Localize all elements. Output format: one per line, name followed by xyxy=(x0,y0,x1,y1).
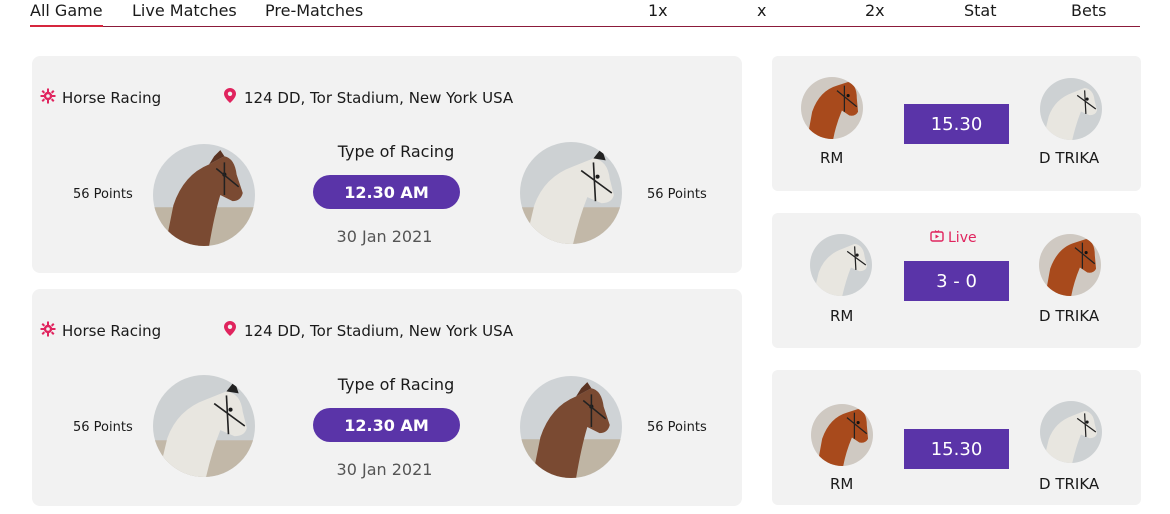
sport-name: Horse Racing xyxy=(62,322,162,340)
left-team-name: RM xyxy=(820,149,844,167)
horse-brown-avatar xyxy=(153,144,255,246)
location-text: 124 DD, Tor Stadium, New York USA xyxy=(244,88,514,107)
left-points: 56 Points xyxy=(73,187,133,202)
live-label: Live xyxy=(948,230,977,246)
sport-label: Horse Racing xyxy=(40,321,161,341)
column-stat: Stat xyxy=(964,1,997,20)
match-card[interactable]: Horse Racing 124 DD, Tor Stadium, New Yo… xyxy=(32,289,742,506)
gear-icon xyxy=(40,88,56,108)
horse-chestnut-avatar xyxy=(811,404,873,466)
horse-white-avatar xyxy=(1040,78,1102,140)
location: 124 DD, Tor Stadium, New York USA xyxy=(224,321,513,340)
column-1x: 1x xyxy=(648,1,668,20)
right-team-name: D TRIKA xyxy=(1039,149,1100,167)
match-time-button[interactable]: 12.30 AM xyxy=(313,175,460,209)
match-card[interactable]: Horse Racing 124 DD, Tor Stadium, New Yo… xyxy=(32,56,742,273)
map-pin-icon xyxy=(224,321,236,340)
tab-pre-matches[interactable]: Pre-Matches xyxy=(265,1,363,20)
horse-brown-avatar xyxy=(520,376,622,478)
right-team-name: D TRIKA xyxy=(1039,475,1100,493)
horse-chestnut-avatar xyxy=(801,77,863,139)
live-indicator: Live xyxy=(930,230,977,246)
map-pin-icon xyxy=(224,88,236,107)
match-tab-bar: All Game Live Matches Pre-Matches 1x x 2… xyxy=(30,0,1140,27)
tv-icon xyxy=(930,230,944,246)
odds-button[interactable]: 15.30 xyxy=(904,429,1009,469)
mini-match-card[interactable]: RM Live 3 - 0 D TRIKA xyxy=(772,213,1141,348)
horse-white-avatar xyxy=(1040,401,1102,463)
match-time-button[interactable]: 12.30 AM xyxy=(313,408,460,442)
right-team-name: D TRIKA xyxy=(1039,307,1100,325)
horse-white-avatar xyxy=(810,234,872,296)
match-date: 30 Jan 2021 xyxy=(336,460,433,479)
column-2x: 2x xyxy=(865,1,885,20)
mini-match-card[interactable]: RM 15.30 D TRIKA xyxy=(772,56,1141,191)
racing-type: Type of Racing xyxy=(337,142,455,161)
odds-button[interactable]: 15.30 xyxy=(904,104,1009,144)
right-points: 56 Points xyxy=(647,420,707,435)
horse-chestnut-avatar xyxy=(1039,234,1101,296)
sport-name: Horse Racing xyxy=(62,89,162,107)
mini-match-card[interactable]: RM 15.30 D TRIKA xyxy=(772,370,1141,505)
left-team-name: RM xyxy=(830,475,854,493)
tab-live-matches[interactable]: Live Matches xyxy=(132,1,237,20)
right-points: 56 Points xyxy=(647,187,707,202)
location-text: 124 DD, Tor Stadium, New York USA xyxy=(244,321,514,340)
gear-icon xyxy=(40,321,56,341)
racing-type: Type of Racing xyxy=(337,375,455,394)
match-date: 30 Jan 2021 xyxy=(336,227,433,246)
left-points: 56 Points xyxy=(73,420,133,435)
horse-white-avatar xyxy=(520,142,622,244)
horse-white-avatar xyxy=(153,375,255,477)
location: 124 DD, Tor Stadium, New York USA xyxy=(224,88,513,107)
column-x: x xyxy=(757,1,767,20)
sport-label: Horse Racing xyxy=(40,88,161,108)
score-button[interactable]: 3 - 0 xyxy=(904,261,1009,301)
tab-all-game[interactable]: All Game xyxy=(30,1,103,27)
column-bets: Bets xyxy=(1071,1,1107,20)
left-team-name: RM xyxy=(830,307,854,325)
